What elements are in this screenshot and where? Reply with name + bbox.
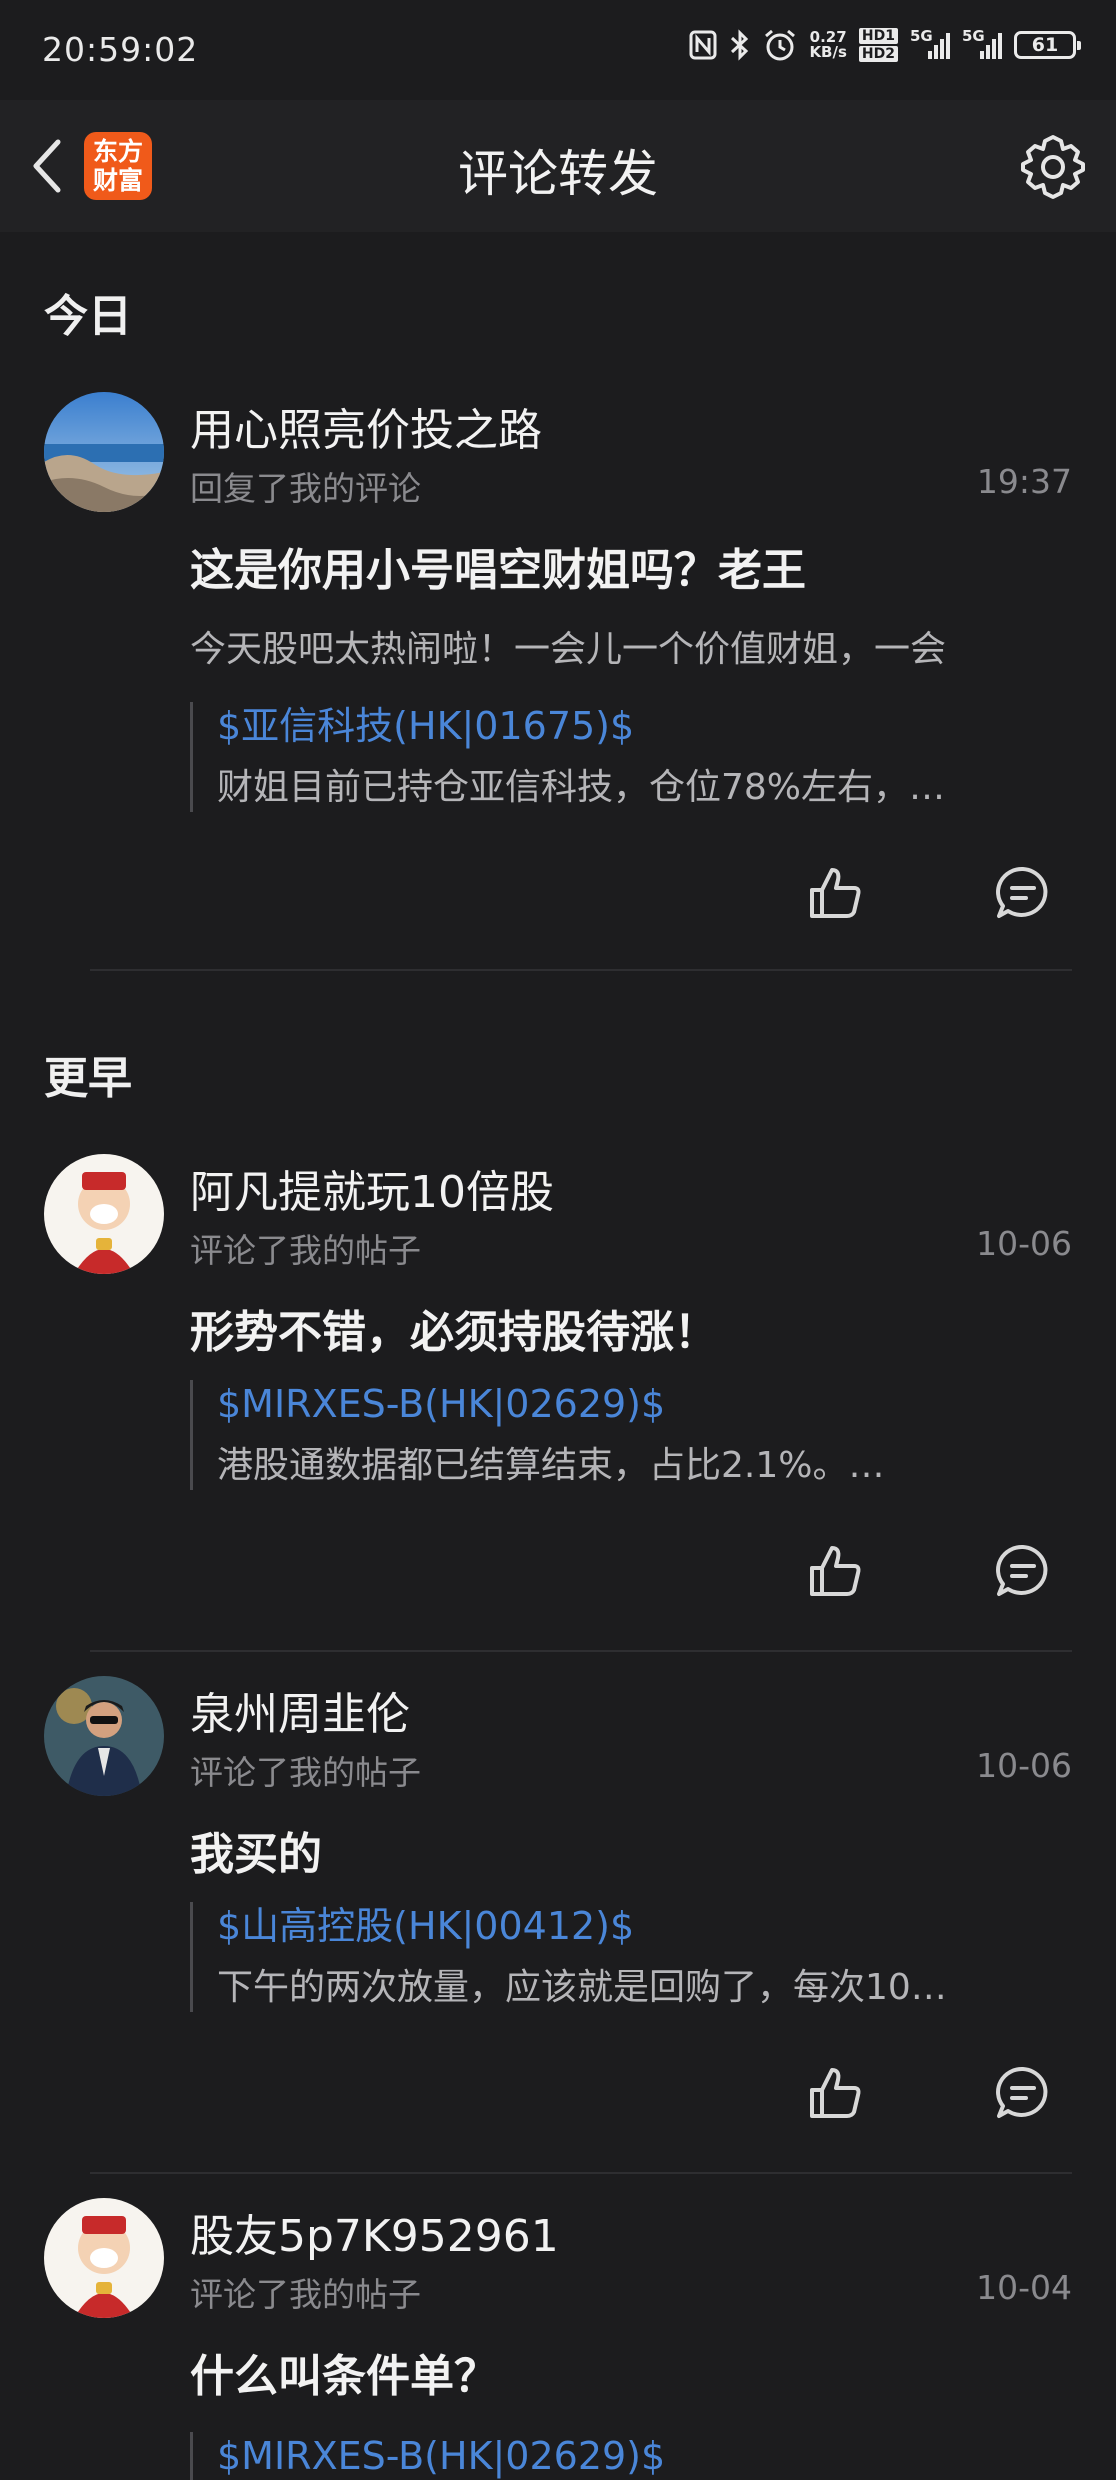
signal-strength-1: 5G xyxy=(910,27,950,59)
status-icons: 0.27 KB/s HD1 HD2 5G 5G 61 xyxy=(689,27,1081,62)
nav-bar: 东方 财富 评论转发 xyxy=(0,100,1116,232)
quoted-post[interactable]: $MIRXES-B(HK|02629)$ xyxy=(190,2432,1072,2480)
like-button[interactable] xyxy=(800,1536,870,1606)
comment-text: 我买的 xyxy=(190,1829,322,1880)
thumbs-up-icon xyxy=(810,2068,861,2118)
settings-button[interactable] xyxy=(1016,130,1090,204)
stock-link[interactable]: $亚信科技(HK|01675)$ xyxy=(217,702,1072,750)
list-item[interactable]: 用心照亮价投之路 回复了我的评论 19:37 这是你用小号唱空财姐吗？老王 今天… xyxy=(0,392,1116,972)
username[interactable]: 股友5p7K952961 xyxy=(190,2200,559,2264)
page-title: 评论转发 xyxy=(458,145,658,203)
action-text: 评论了我的帖子 xyxy=(190,2275,421,2314)
hd1-badge: HD1 xyxy=(858,28,898,44)
bluetooth-icon xyxy=(731,29,749,61)
post-time: 10-06 xyxy=(976,1224,1072,1263)
username[interactable]: 用心照亮价投之路 xyxy=(190,394,542,458)
thumbs-up-icon xyxy=(810,868,861,918)
signal-type-2: 5G xyxy=(962,27,985,45)
thumbs-up-icon xyxy=(810,1546,861,1596)
list-item[interactable]: 泉州周韭伦 评论了我的帖子 10-06 我买的 $山高控股(HK|00412)$… xyxy=(0,1676,1116,2176)
network-speed: 0.27 KB/s xyxy=(809,30,846,60)
list-item[interactable]: 股友5p7K952961 评论了我的帖子 10-04 什么叫条件单？ $MIRX… xyxy=(0,2198,1116,2480)
signal-type-1: 5G xyxy=(910,27,933,45)
username[interactable]: 泉州周韭伦 xyxy=(190,1678,410,1742)
action-text: 回复了我的评论 xyxy=(190,469,421,508)
stock-link[interactable]: $MIRXES-B(HK|02629)$ xyxy=(217,2432,1072,2480)
divider xyxy=(90,969,1072,971)
original-comment: 今天股吧太热闹啦！一会儿一个价值财姐，一会 xyxy=(190,629,947,670)
post-time: 10-06 xyxy=(976,1746,1072,1785)
like-button[interactable] xyxy=(800,858,870,928)
quoted-post[interactable]: $MIRXES-B(HK|02629)$ 港股通数据都已结算结束，占比2.1%。… xyxy=(190,1380,1072,1490)
comment-icon xyxy=(996,2066,1048,2118)
action-text: 评论了我的帖子 xyxy=(190,1753,421,1792)
avatar[interactable] xyxy=(44,2198,164,2318)
divider xyxy=(90,2172,1072,2174)
comment-icon xyxy=(996,866,1048,918)
post-time: 19:37 xyxy=(976,462,1072,501)
avatar[interactable] xyxy=(44,1154,164,1274)
avatar[interactable] xyxy=(44,392,164,512)
alarm-icon xyxy=(765,29,796,61)
action-text: 评论了我的帖子 xyxy=(190,1231,421,1270)
reply-button[interactable] xyxy=(988,1536,1058,1606)
avatar[interactable] xyxy=(44,1676,164,1796)
quoted-text: 下午的两次放量，应该就是回购了，每次10… xyxy=(217,1967,947,2008)
comment-icon xyxy=(996,1544,1048,1596)
comment-text: 形势不错，必须持股待涨！ xyxy=(190,1307,718,1358)
reply-button[interactable] xyxy=(988,2058,1058,2128)
reply-button[interactable] xyxy=(988,858,1058,928)
username[interactable]: 阿凡提就玩10倍股 xyxy=(190,1156,554,1220)
list-item[interactable]: 阿凡提就玩10倍股 评论了我的帖子 10-06 形势不错，必须持股待涨！ $MI… xyxy=(0,1154,1116,1654)
quoted-text: 港股通数据都已结算结束，占比2.1%。… xyxy=(217,1445,885,1486)
quoted-post[interactable]: $山高控股(HK|00412)$ 下午的两次放量，应该就是回购了，每次10… xyxy=(190,1902,1072,2012)
like-button[interactable] xyxy=(800,2058,870,2128)
signal-strength-2: 5G xyxy=(962,27,1002,59)
quoted-text: 财姐目前已持仓亚信科技，仓位78%左右，… xyxy=(217,767,946,808)
comment-text: 这是你用小号唱空财姐吗？老王 xyxy=(190,545,806,596)
battery-level: 61 xyxy=(1031,34,1059,56)
stock-link[interactable]: $山高控股(HK|00412)$ xyxy=(217,1902,1072,1950)
network-speed-unit: KB/s xyxy=(809,43,847,61)
quoted-post[interactable]: $亚信科技(HK|01675)$ 财姐目前已持仓亚信科技，仓位78%左右，… xyxy=(190,702,1072,812)
post-time: 10-04 xyxy=(976,2268,1072,2307)
section-earlier: 更早 xyxy=(44,1053,132,1104)
divider xyxy=(90,1650,1072,1652)
status-time: 20:59:02 xyxy=(42,30,199,69)
nfc-icon xyxy=(689,30,717,60)
hd2-badge: HD2 xyxy=(858,46,898,62)
stock-link[interactable]: $MIRXES-B(HK|02629)$ xyxy=(217,1380,1072,1428)
gear-icon xyxy=(1021,135,1085,199)
comment-text: 什么叫条件单？ xyxy=(190,2351,498,2402)
hd-indicator: HD1 HD2 xyxy=(858,28,898,62)
battery-icon: 61 xyxy=(1014,31,1081,59)
section-today: 今日 xyxy=(44,291,132,342)
status-bar: 20:59:02 0.27 KB/s HD1 HD2 5G 5G 61 xyxy=(0,0,1116,100)
